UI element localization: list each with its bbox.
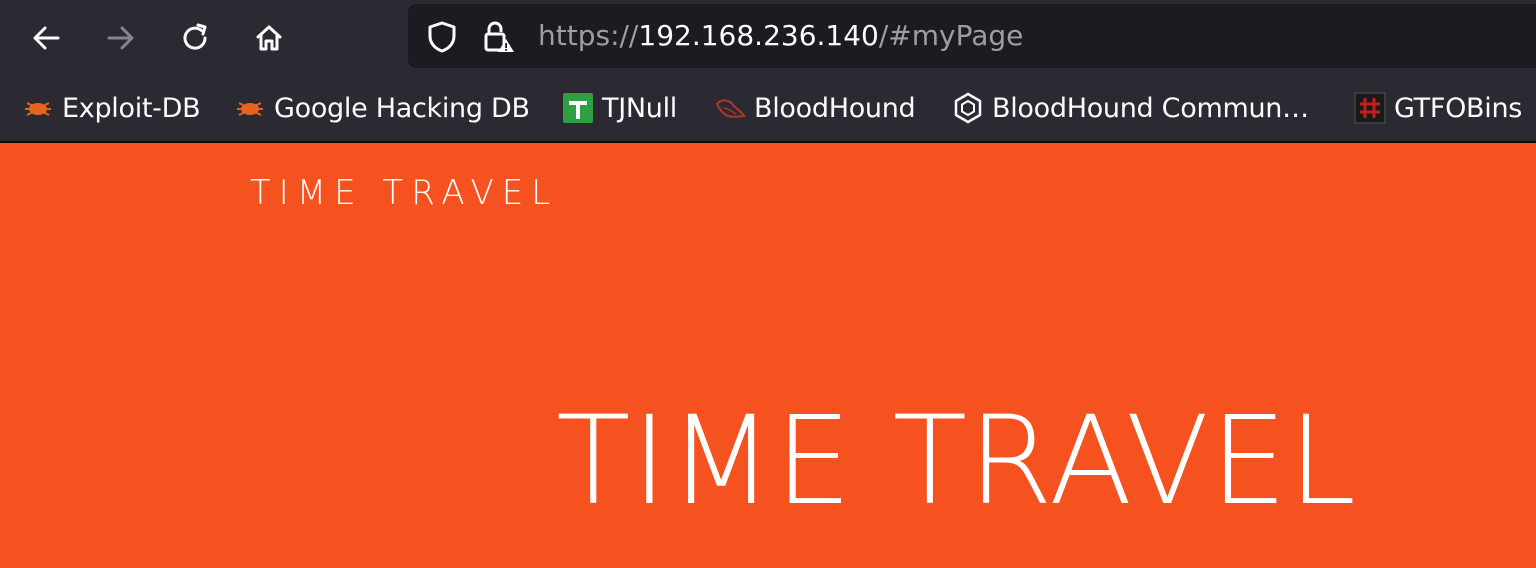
bookmark-label: BloodHound Commun… — [992, 92, 1309, 124]
bookmarks-toolbar: Exploit-DB Google Hacking DB TJNull Bloo… — [0, 76, 1536, 143]
bookmark-label: BloodHound — [754, 92, 916, 124]
arrow-left-icon — [33, 26, 60, 50]
bookmark-google-hacking-db[interactable]: Google Hacking DB — [234, 90, 530, 126]
arrow-right-icon — [107, 26, 134, 50]
hero-title: TIME TRAVEL — [556, 390, 1358, 532]
bookmark-label: Google Hacking DB — [274, 92, 530, 124]
bug-icon — [22, 92, 54, 124]
lock-warning-icon[interactable] — [480, 19, 516, 59]
bookmark-label: GTFOBins — [1394, 92, 1523, 124]
bookmark-tjnull[interactable]: TJNull — [562, 90, 677, 126]
web-page-content: TIME TRAVEL TIME TRAVEL — [0, 143, 1536, 568]
home-icon — [256, 25, 282, 51]
reload-button[interactable] — [171, 14, 219, 62]
shield-icon[interactable] — [426, 20, 458, 58]
hexagon-icon — [952, 92, 984, 124]
bug-icon — [234, 92, 266, 124]
bookmark-label: TJNull — [602, 92, 677, 124]
green-cross-icon — [562, 92, 594, 124]
gtfobins-icon — [1354, 92, 1386, 124]
bookmark-gtfobins[interactable]: GTFOBins — [1354, 90, 1522, 126]
back-button[interactable] — [22, 14, 70, 62]
bloodhound-icon — [714, 92, 746, 124]
bookmark-exploit-db[interactable]: Exploit-DB — [22, 90, 201, 126]
url-path: /#myPage — [878, 19, 1024, 52]
reload-icon — [183, 23, 207, 50]
bookmark-label: Exploit-DB — [62, 92, 201, 124]
bookmark-bloodhound-community[interactable]: BloodHound Commun… — [952, 90, 1309, 126]
browser-chrome: https://192.168.236.140/#myPage Exploit-… — [0, 0, 1536, 143]
home-button[interactable] — [245, 14, 293, 62]
url-host: 192.168.236.140 — [638, 19, 879, 52]
bookmark-bloodhound[interactable]: BloodHound — [714, 90, 916, 126]
url-scheme: https:// — [538, 19, 639, 52]
forward-button[interactable] — [97, 14, 145, 62]
url-text[interactable]: https://192.168.236.140/#myPage — [538, 18, 1023, 54]
navigation-toolbar: https://192.168.236.140/#myPage — [0, 0, 1536, 76]
site-brand-link[interactable]: TIME TRAVEL — [250, 173, 558, 213]
url-bar[interactable]: https://192.168.236.140/#myPage — [408, 4, 1536, 68]
